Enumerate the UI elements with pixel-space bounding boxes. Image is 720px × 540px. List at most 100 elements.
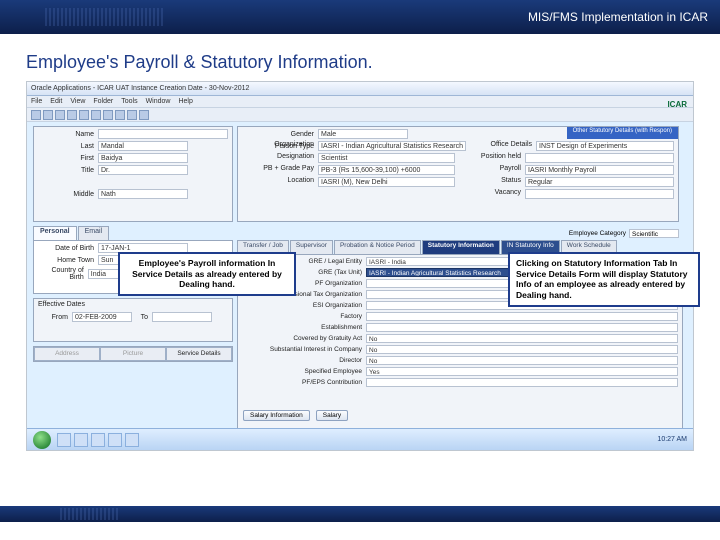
app-menu-bar[interactable]: File Edit View Folder Tools Window Help [27, 96, 693, 108]
tab-email[interactable]: Email [78, 226, 110, 240]
from-date-field[interactable]: 02-FEB-2009 [72, 312, 132, 322]
label-emp-category: Employee Category [569, 230, 626, 237]
tool-icon[interactable] [127, 110, 137, 120]
windows-taskbar[interactable]: 10:27 AM [27, 428, 693, 450]
label-first: First [38, 155, 94, 162]
label-person-type: Person Type [242, 143, 314, 150]
btn-address[interactable]: Address [34, 347, 100, 361]
middle-name-field[interactable]: Nath [98, 189, 188, 199]
menu-edit[interactable]: Edit [50, 98, 62, 105]
label-establishment: Establishment [242, 324, 362, 331]
header-title: MIS/FMS Implementation in ICAR [528, 10, 708, 24]
salary-button[interactable]: Salary [316, 410, 348, 421]
director-field[interactable]: No [366, 356, 678, 365]
menu-file[interactable]: File [31, 98, 42, 105]
specified-field[interactable]: Yes [366, 367, 678, 376]
label-pf-eps: PF/EPS Contribution [242, 379, 362, 386]
label-name: Name [38, 131, 94, 138]
tool-icon[interactable] [79, 110, 89, 120]
label-to: To [132, 314, 148, 321]
label-pbgrade: PB + Grade Pay [242, 165, 314, 175]
effective-dates-heading: Effective Dates [34, 299, 232, 310]
start-button[interactable] [33, 431, 51, 449]
label-gender: Gender [242, 131, 314, 138]
gratuity-field[interactable]: No [366, 334, 678, 343]
organization-field[interactable]: IASRI - Indian Agricultural Statistics R… [318, 141, 466, 151]
assignment-panel: Other Statutory Details (with Respon) Ge… [237, 126, 679, 222]
tab-probation[interactable]: Probation & Notice Period [334, 240, 421, 254]
tool-icon[interactable] [103, 110, 113, 120]
label-middle: Middle [38, 191, 94, 198]
menu-tools[interactable]: Tools [121, 98, 137, 105]
slide-title: Employee's Payroll & Statutory Informati… [26, 52, 720, 73]
label-from: From [38, 314, 68, 321]
label-title: Title [38, 167, 94, 174]
salary-information-button[interactable]: Salary Information [243, 410, 310, 421]
tool-icon[interactable] [115, 110, 125, 120]
label-designation: Designation [242, 153, 314, 163]
tab-personal[interactable]: Personal [33, 226, 77, 240]
app-window-title: Oracle Applications - ICAR UAT Instance … [27, 82, 693, 96]
tool-icon[interactable] [43, 110, 53, 120]
pf-eps-field[interactable] [366, 378, 678, 387]
personal-tabs: Personal Email Employee Category Scienti… [33, 226, 679, 240]
label-substantial: Substantial Interest in Company [242, 346, 362, 353]
label-specified: Specified Employee [242, 368, 362, 375]
callout-statutory-info: Clicking on Statutory Information Tab In… [508, 252, 700, 307]
label-gratuity: Covered by Gratuity Act [242, 335, 362, 342]
tool-icon[interactable] [139, 110, 149, 120]
emp-category-field[interactable]: Scientific [629, 229, 679, 238]
menu-help[interactable]: Help [178, 98, 192, 105]
tab-supervisor[interactable]: Supervisor [290, 240, 333, 254]
label-position: Position held [461, 153, 521, 163]
factory-field[interactable] [366, 312, 678, 321]
gender-field[interactable]: Male [318, 129, 408, 139]
task-icon[interactable] [57, 433, 71, 447]
task-icon[interactable] [91, 433, 105, 447]
pbgrade-field[interactable]: PB-3 (Rs 15,600-39,100) +6000 [318, 165, 455, 175]
label-location: Location [242, 177, 314, 187]
menu-view[interactable]: View [70, 98, 85, 105]
task-icon[interactable] [74, 433, 88, 447]
label-cob: Country of Birth [38, 267, 84, 281]
label-factory: Factory [242, 313, 362, 320]
menu-folder[interactable]: Folder [93, 98, 113, 105]
label-director: Director [242, 357, 362, 364]
location-field[interactable]: IASRI (M), New Delhi [318, 177, 455, 187]
tool-icon[interactable] [91, 110, 101, 120]
callout-payroll-info: Employee's Payroll information In Servic… [118, 252, 296, 296]
label-payroll: Payroll [461, 165, 521, 175]
task-icon[interactable] [125, 433, 139, 447]
title-field[interactable]: Dr. [98, 165, 188, 175]
task-icon[interactable] [108, 433, 122, 447]
last-name-field[interactable]: Mandal [98, 141, 188, 151]
status-field[interactable]: Regular [525, 177, 674, 187]
tool-icon[interactable] [67, 110, 77, 120]
label-vacancy: Vacancy [461, 189, 521, 199]
menu-window[interactable]: Window [146, 98, 171, 105]
icar-logo: ICAR [667, 100, 687, 109]
name-summary[interactable] [98, 129, 228, 139]
label-esi: ESI Organization [242, 302, 362, 309]
effective-dates-panel: Effective Dates From 02-FEB-2009 To [33, 298, 233, 342]
header-pattern [45, 8, 165, 26]
system-clock: 10:27 AM [657, 436, 687, 443]
position-field[interactable] [525, 153, 674, 163]
btn-service-details[interactable]: Service Details [166, 347, 232, 361]
btn-picture[interactable]: Picture [100, 347, 166, 361]
designation-field[interactable]: Scientist [318, 153, 455, 163]
payroll-field[interactable]: IASRI Monthly Payroll [525, 165, 674, 175]
establishment-field[interactable] [366, 323, 678, 332]
app-toolbar [27, 108, 693, 122]
first-name-field[interactable]: Baidya [98, 153, 188, 163]
office-field[interactable]: INST Design of Experiments [536, 141, 674, 151]
substantial-field[interactable]: No [366, 345, 678, 354]
vacancy-field[interactable] [525, 189, 674, 199]
tab-statutory-information[interactable]: Statutory Information [422, 240, 500, 254]
label-status: Status [461, 177, 521, 187]
to-date-field[interactable] [152, 312, 212, 322]
tool-icon[interactable] [31, 110, 41, 120]
label-dob: Date of Birth [38, 245, 94, 252]
name-panel: Name LastMandal FirstBaidya TitleDr. Mid… [33, 126, 233, 222]
tool-icon[interactable] [55, 110, 65, 120]
